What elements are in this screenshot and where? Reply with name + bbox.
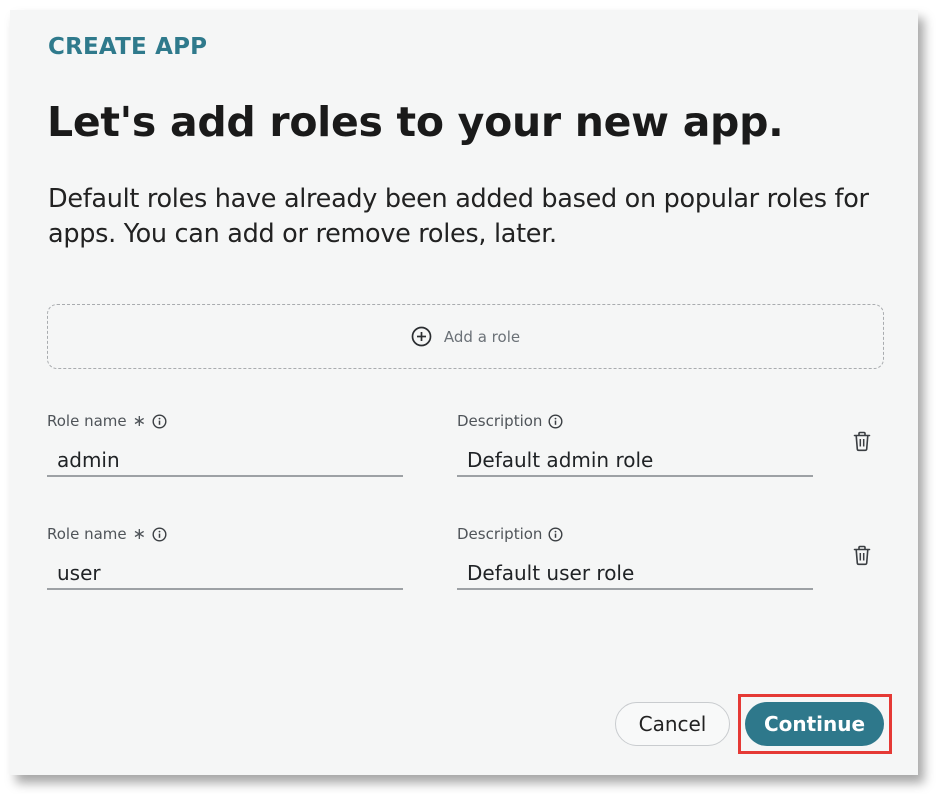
dialog-eyebrow: CREATE APP — [48, 34, 208, 60]
required-asterisk-icon: ∗ — [132, 524, 147, 543]
description-field: Description — [457, 524, 813, 590]
add-role-button[interactable]: Add a role — [47, 304, 884, 369]
description-input[interactable] — [457, 445, 813, 477]
required-asterisk-icon: ∗ — [132, 411, 147, 430]
role-name-label: Role name — [47, 525, 127, 543]
description-field: Description — [457, 411, 813, 477]
page-subtitle: Default roles have already been added ba… — [48, 184, 869, 249]
role-name-field: Role name ∗ — [47, 411, 403, 477]
add-role-label: Add a role — [443, 327, 521, 346]
info-icon[interactable] — [152, 413, 167, 429]
role-name-input[interactable] — [47, 558, 403, 590]
trash-icon — [853, 431, 871, 456]
role-name-field: Role name ∗ — [47, 524, 403, 590]
info-icon[interactable] — [548, 413, 563, 429]
trash-icon — [853, 545, 871, 570]
info-icon[interactable] — [152, 526, 167, 542]
continue-button[interactable]: Continue — [745, 702, 884, 746]
description-label: Description — [457, 525, 543, 543]
role-name-label: Role name — [47, 412, 127, 430]
delete-role-button[interactable] — [851, 431, 873, 455]
delete-role-button[interactable] — [851, 545, 873, 569]
plus-circle-icon — [411, 326, 432, 347]
description-input[interactable] — [457, 558, 813, 590]
page-title: Let's add roles to your new app. — [47, 98, 784, 146]
create-app-dialog: CREATE APP Let's add roles to your new a… — [10, 10, 918, 775]
info-icon[interactable] — [548, 526, 563, 542]
role-name-input[interactable] — [47, 445, 403, 477]
cancel-button[interactable]: Cancel — [615, 702, 730, 746]
description-label: Description — [457, 412, 543, 430]
